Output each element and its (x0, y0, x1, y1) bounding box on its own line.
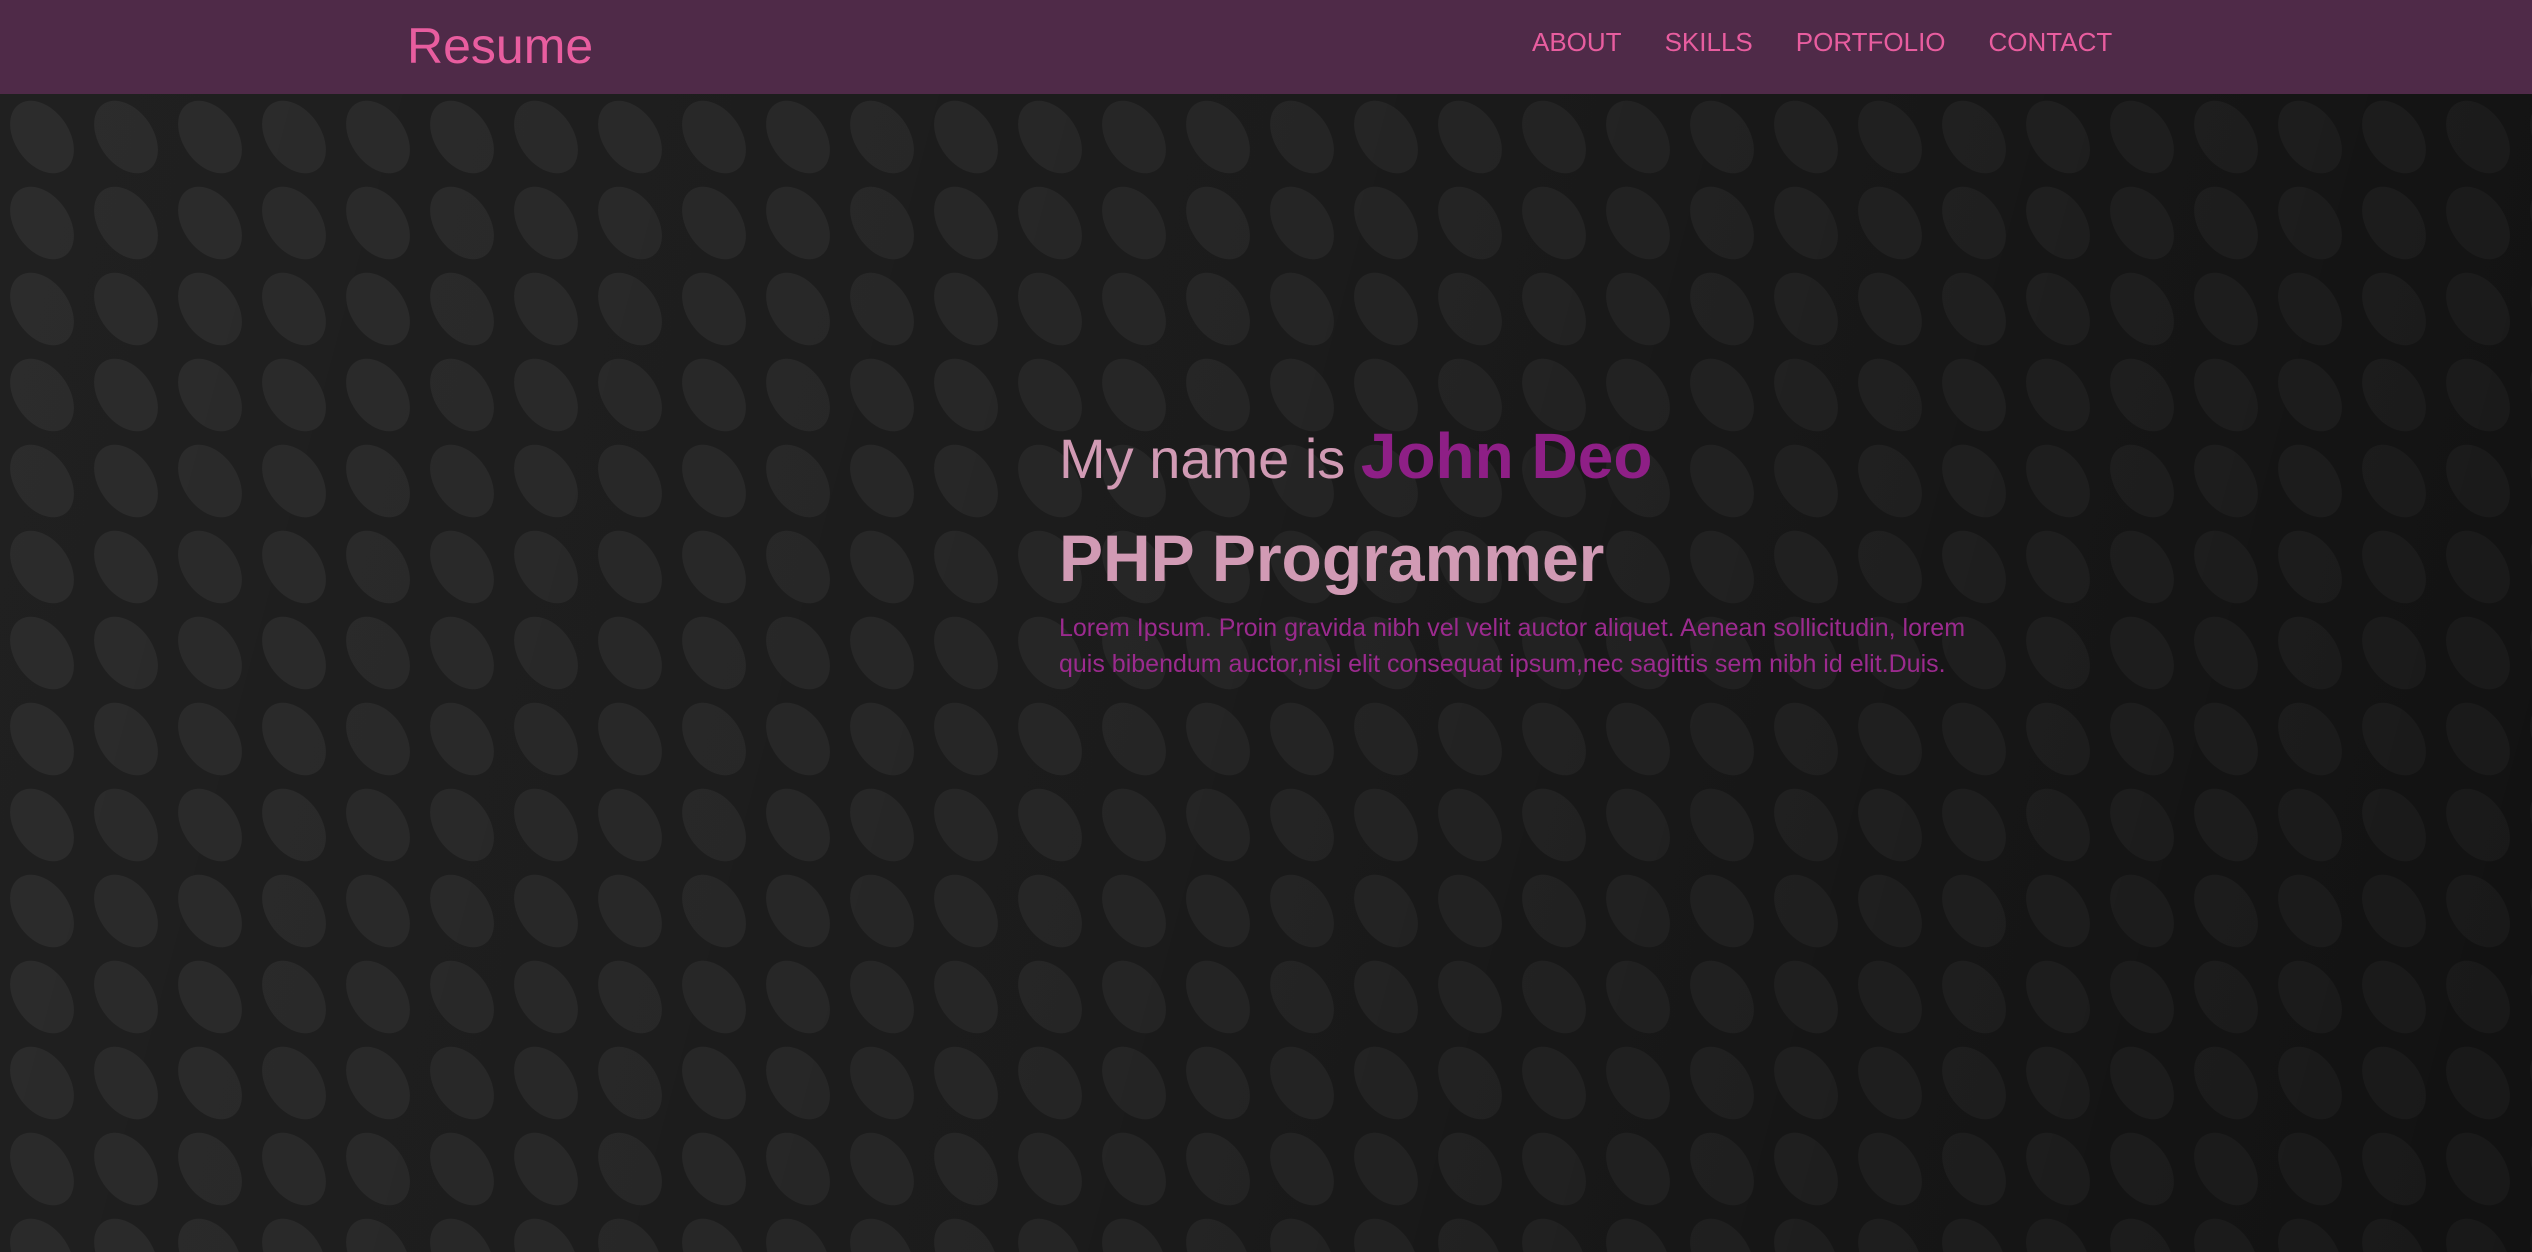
greeting-heading: My name is John Deo (1059, 419, 1979, 496)
nav-link-portfolio[interactable]: PORTFOLIO (1796, 24, 1946, 60)
top-navbar: Resume ABOUT SKILLS PORTFOLIO CONTACT (0, 0, 2532, 94)
hero-description: Lorem Ipsum. Proin gravida nibh vel veli… (1059, 614, 1966, 678)
nav-link-contact[interactable]: CONTACT (1989, 24, 2113, 60)
nav-link-skills[interactable]: SKILLS (1665, 24, 1753, 60)
brand-logo-link[interactable]: Resume (407, 14, 593, 78)
nav-link-about[interactable]: ABOUT (1532, 24, 1622, 60)
person-name: John Deo (1360, 420, 1653, 492)
hero-intro: My name is John Deo PHP Programmer Lorem… (1059, 419, 1979, 682)
job-title: PHP Programmer (1059, 521, 1605, 595)
nav-links: ABOUT SKILLS PORTFOLIO CONTACT (1532, 24, 2112, 60)
hero-section: My name is John Deo PHP Programmer Lorem… (0, 94, 2532, 1252)
greeting-text: My name is (1059, 427, 1346, 490)
